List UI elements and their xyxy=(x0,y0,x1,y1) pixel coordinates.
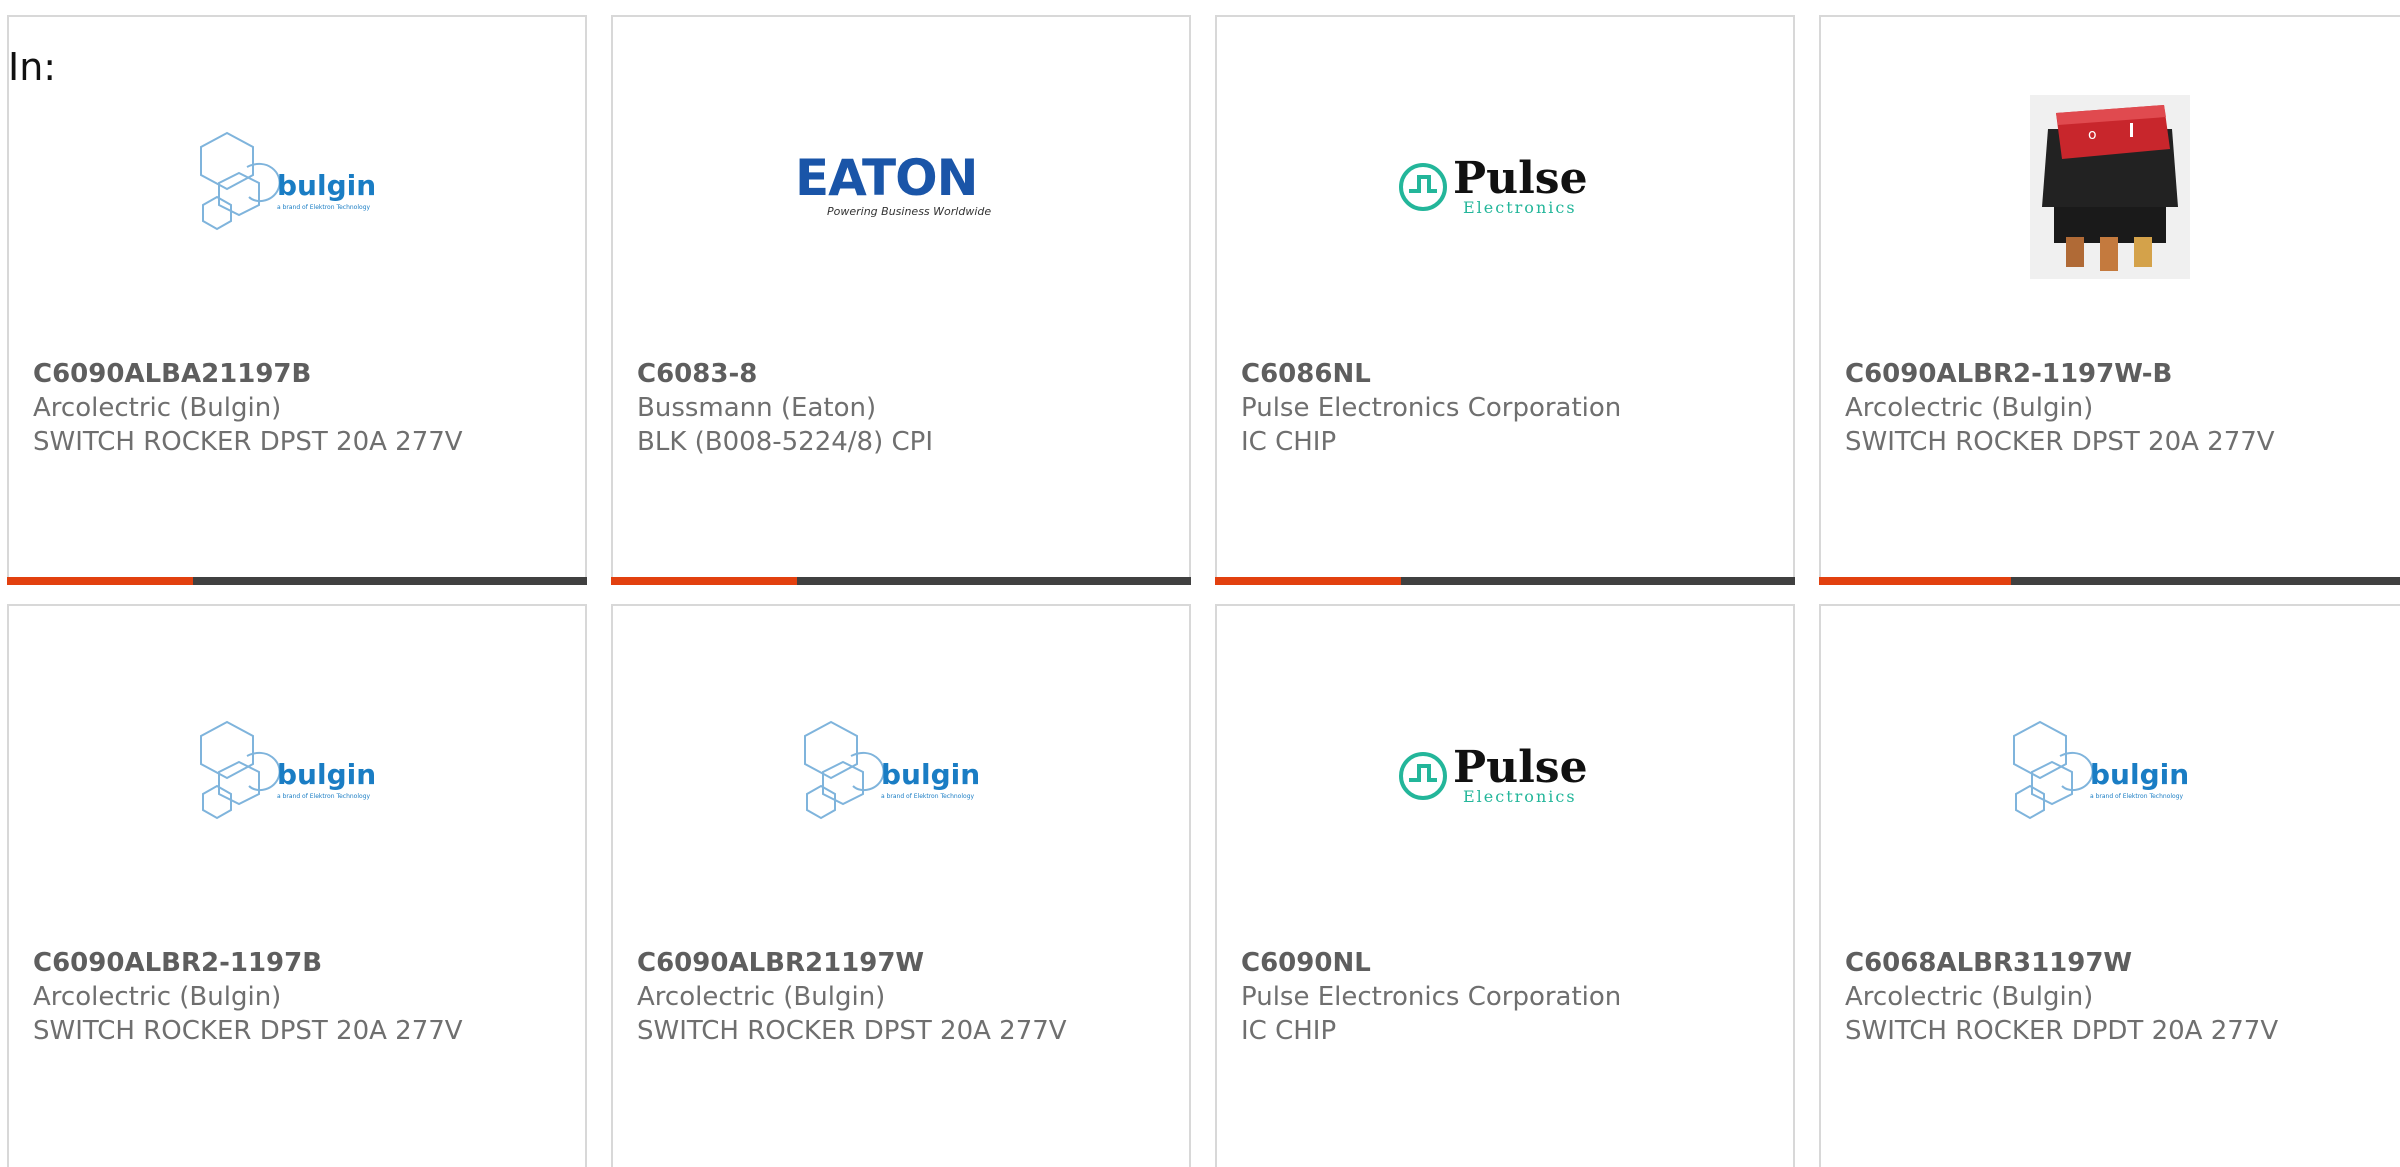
product-card[interactable]: C6068ALBR31197W Arcolectric (Bulgin) SWI… xyxy=(1819,604,2400,1167)
product-image xyxy=(9,666,585,886)
description: BLK (B008-5224/8) CPI xyxy=(637,427,934,457)
description: SWITCH ROCKER DPST 20A 277V xyxy=(1845,427,2275,457)
part-number[interactable]: C6086NL xyxy=(1241,357,1621,391)
progress-bar xyxy=(1215,577,1795,585)
description: SWITCH ROCKER DPST 20A 277V xyxy=(33,1016,463,1046)
bulgin-logo xyxy=(187,127,407,247)
part-number[interactable]: C6090ALBR2-1197W-B xyxy=(1845,357,2275,391)
manufacturer: Bussmann (Eaton) xyxy=(637,393,877,423)
description: SWITCH ROCKER DPST 20A 277V xyxy=(637,1016,1067,1046)
product-grid-page: In: C6090ALBA21197B Arcolectric (Bulgin)… xyxy=(0,0,2400,1167)
manufacturer: Arcolectric (Bulgin) xyxy=(637,982,886,1012)
description: SWITCH ROCKER DPST 20A 277V xyxy=(33,427,463,457)
part-number[interactable]: C6090ALBR2-1197B xyxy=(33,946,463,980)
product-card[interactable]: C6090ALBR2-1197W-B Arcolectric (Bulgin) … xyxy=(1819,15,2400,585)
product-image xyxy=(1217,77,1793,297)
part-number[interactable]: C6068ALBR31197W xyxy=(1845,946,2278,980)
part-number[interactable]: C6090ALBR21197W xyxy=(637,946,1067,980)
eaton-logo xyxy=(791,147,1011,227)
manufacturer: Arcolectric (Bulgin) xyxy=(1845,982,2094,1012)
progress-bar xyxy=(611,577,1191,585)
product-image xyxy=(613,77,1189,297)
bulgin-logo xyxy=(791,716,1011,836)
part-number[interactable]: C6090NL xyxy=(1241,946,1621,980)
manufacturer: Arcolectric (Bulgin) xyxy=(33,393,282,423)
progress-fill xyxy=(1215,577,1401,585)
description: IC CHIP xyxy=(1241,1016,1337,1046)
part-number[interactable]: C6083-8 xyxy=(637,357,933,391)
product-image xyxy=(1821,666,2399,886)
product-card[interactable]: C6090ALBR21197W Arcolectric (Bulgin) SWI… xyxy=(611,604,1191,1167)
rocker-switch-photo xyxy=(2010,87,2210,287)
progress-fill xyxy=(1819,577,2011,585)
progress-fill xyxy=(611,577,797,585)
product-card[interactable]: C6083-8 Bussmann (Eaton) BLK (B008-5224/… xyxy=(611,15,1191,585)
part-number[interactable]: C6090ALBA21197B xyxy=(33,357,463,391)
description: IC CHIP xyxy=(1241,427,1337,457)
product-card[interactable]: C6090ALBA21197B Arcolectric (Bulgin) SWI… xyxy=(7,15,587,585)
manufacturer: Pulse Electronics Corporation xyxy=(1241,393,1622,423)
product-image xyxy=(9,77,585,297)
progress-bar xyxy=(7,577,587,585)
progress-bar xyxy=(1819,577,2400,585)
product-image xyxy=(1217,666,1793,886)
product-card[interactable]: C6086NL Pulse Electronics Corporation IC… xyxy=(1215,15,1795,585)
pulse-logo xyxy=(1395,147,1615,227)
manufacturer: Arcolectric (Bulgin) xyxy=(1845,393,2094,423)
product-card[interactable]: C6090ALBR2-1197B Arcolectric (Bulgin) SW… xyxy=(7,604,587,1167)
manufacturer: Pulse Electronics Corporation xyxy=(1241,982,1622,1012)
bulgin-logo xyxy=(2000,716,2220,836)
description: SWITCH ROCKER DPDT 20A 277V xyxy=(1845,1016,2279,1046)
bulgin-logo xyxy=(187,716,407,836)
pulse-logo xyxy=(1395,736,1615,816)
manufacturer: Arcolectric (Bulgin) xyxy=(33,982,282,1012)
product-image xyxy=(1821,77,2399,297)
product-image xyxy=(613,666,1189,886)
product-card[interactable]: C6090NL Pulse Electronics Corporation IC… xyxy=(1215,604,1795,1167)
progress-fill xyxy=(7,577,193,585)
filter-label: In: xyxy=(8,45,57,89)
